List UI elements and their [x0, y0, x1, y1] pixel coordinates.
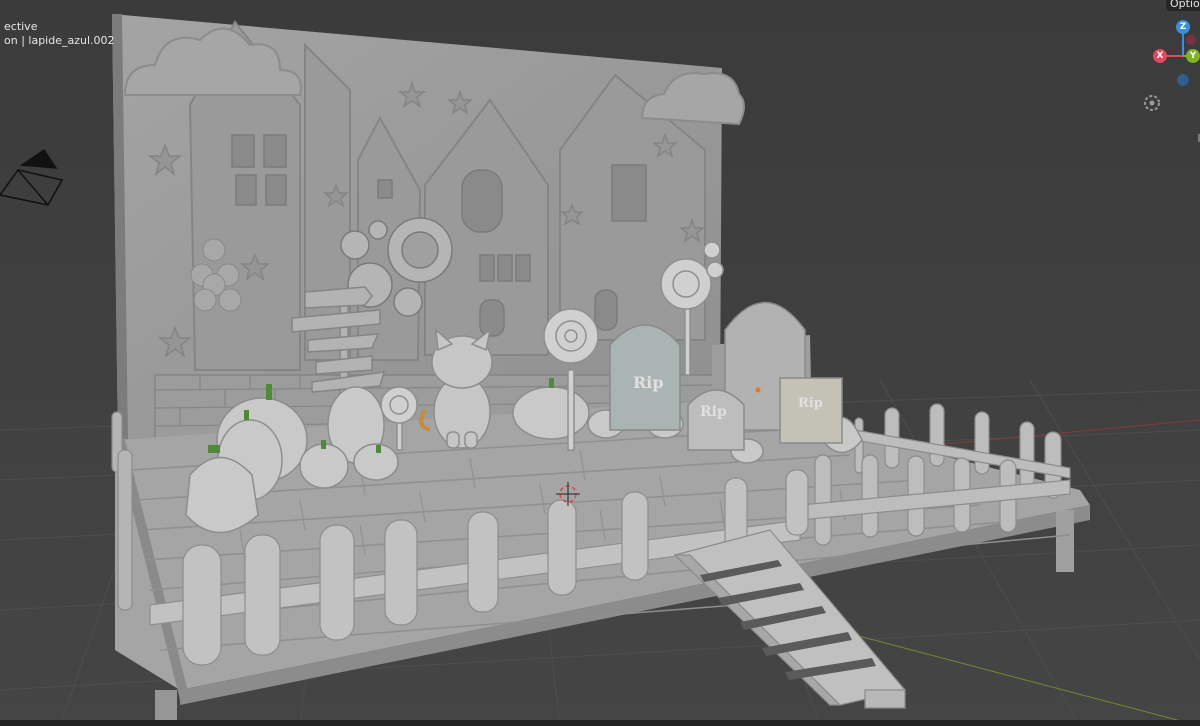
scene-render: Rip Rip Rip [0, 0, 1200, 726]
viewport-tools [1140, 90, 1200, 150]
bottom-status-bar [0, 720, 1200, 726]
lapide-label-1: Rip [633, 373, 664, 392]
gizmo-x-axis[interactable]: X [1153, 49, 1167, 63]
gear-icon[interactable] [1140, 90, 1200, 150]
lapide-label-3: Rip [798, 396, 823, 411]
gizmo-y-axis[interactable]: Y [1186, 49, 1200, 63]
lapide-label-2: Rip [700, 404, 727, 420]
gizmo-z-axis[interactable]: Z [1176, 20, 1190, 34]
object-origin [755, 387, 761, 393]
view-mode-label: ective [4, 20, 38, 33]
object-info-label: on | lapide_azul.002 [4, 34, 115, 47]
3d-viewport[interactable]: Rip Rip Rip ective on | lapide_azul.002 … [0, 0, 1200, 726]
options-button[interactable]: Optio [1166, 0, 1200, 11]
navigation-gizmo[interactable]: Z X Y [1146, 18, 1200, 86]
